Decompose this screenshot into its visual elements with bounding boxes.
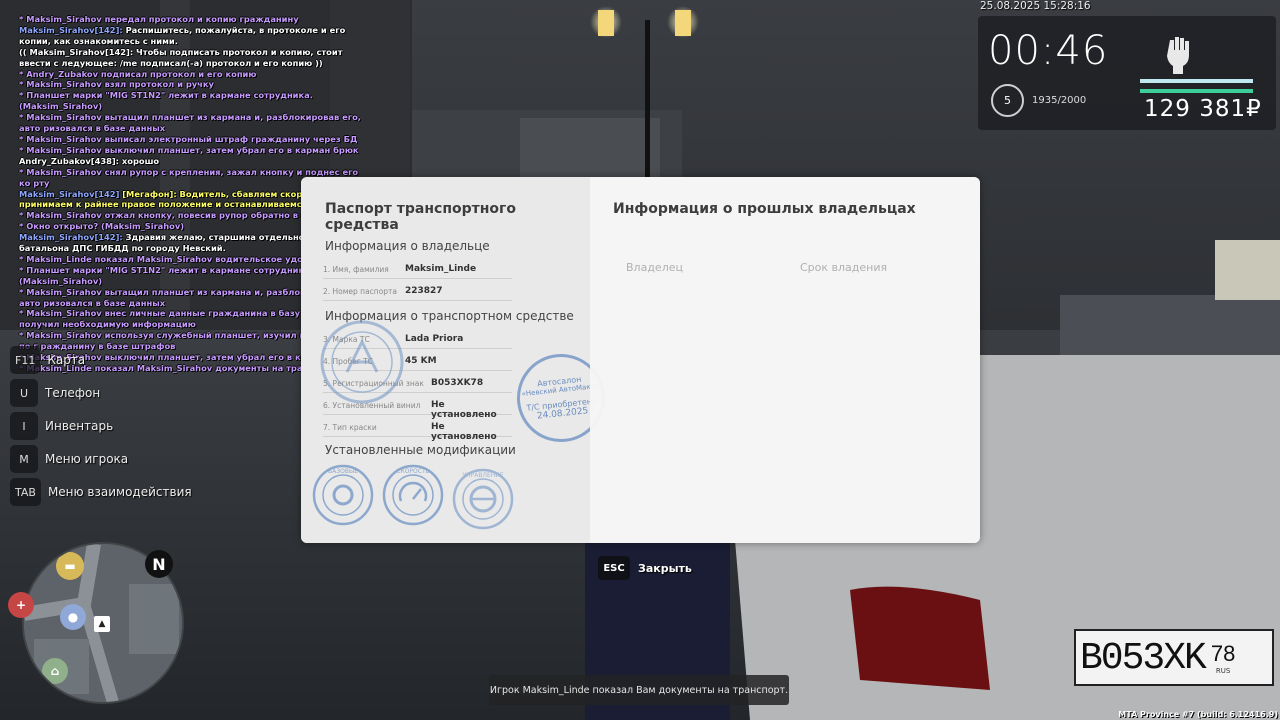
keybind-player-menu[interactable]: M Меню игрока (10, 444, 192, 474)
chat-text: * Планшет марки "MIG ST1N2" лежит в карм… (19, 264, 313, 286)
player-marker-icon: ▲ (94, 616, 110, 632)
license-plate: B053XK 78 RUS (1080, 634, 1270, 682)
timer: 00:46 (988, 28, 1109, 74)
chat-text: * Maksim_Sirahov взял протокол и ручку (19, 79, 214, 90)
vehicle-passport-document: Паспорт транспортного средства Информаци… (301, 177, 980, 543)
document-left-page: Паспорт транспортного средства Информаци… (301, 177, 610, 543)
field-owner-name: 1. Имя, фамилия Maksim_Linde (323, 259, 512, 279)
chat-sender: Maksim_Sirahov[142] (19, 188, 123, 199)
key-m: M (10, 445, 38, 473)
level-value: 5 (1004, 94, 1011, 107)
column-owner: Владелец (626, 261, 683, 274)
keybind-inventory[interactable]: I Инвентарь (10, 411, 192, 441)
chat-sender: Maksim_Sirahov[142]: (19, 232, 126, 243)
bus-icon: ▬ (56, 552, 84, 580)
license-plate-number: B053XK (1080, 636, 1207, 680)
health-bar (1140, 79, 1253, 83)
key-u: U (10, 379, 38, 407)
mods-section-title: Установленные модификации (325, 443, 516, 457)
date-time: 25.08.2025 15:28:16 (980, 0, 1091, 12)
bank-icon: ⌂ (42, 658, 68, 684)
key-i: I (10, 412, 38, 440)
chat-message: * Maksim_Sirahov выключил планшет, затем… (19, 145, 364, 156)
field-paint-type: 7. Тип краски Не установлено (323, 417, 512, 442)
keybind-phone[interactable]: U Телефон (10, 378, 192, 408)
armor-bar (1140, 89, 1253, 93)
document-right-page: Информация о прошлых владельцах Владелец… (590, 177, 980, 543)
hospital-icon: + (8, 592, 34, 618)
chat-sender: Maksim_Sirahov[142]: (19, 24, 126, 35)
key-tab: TAB (10, 478, 41, 506)
chat-message: (( Maksim_Sirahov[142]: Чтобы подписать … (19, 47, 364, 69)
mod-badge-basic: БАЗОВЫЕ (312, 464, 374, 526)
police-icon: ● (60, 604, 86, 630)
chat-text: * Maksim_Sirahov передал протокол и копи… (19, 14, 299, 24)
chat-text: (( Maksim_Sirahov[142]: Чтобы подписать … (19, 46, 343, 68)
chat-message: Andry_Zubakov[438]: хорошо (19, 156, 364, 167)
close-button[interactable]: ESC Закрыть (598, 556, 692, 580)
seal-stamp-icon (320, 320, 404, 404)
chat-text: * Maksim_Sirahov внес личные данные граж… (19, 308, 349, 330)
keybind-label: Телефон (45, 386, 101, 400)
level-badge: 5 (991, 84, 1024, 117)
keybind-label: Карта (47, 353, 86, 367)
svg-text:СКОРОСТЬ: СКОРОСТЬ (396, 468, 429, 475)
player-hud: 00:46 5 1935/2000 129 381₽ (978, 16, 1276, 130)
chat-text: * Maksim_Sirahov выключил планшет, затем… (19, 144, 359, 155)
chat-text: * Andry_Zubakov подписал протокол и его … (19, 68, 257, 79)
keybind-menu: F11 Карта U Телефон I Инвентарь M Меню и… (10, 345, 192, 510)
keybind-label: Меню игрока (45, 452, 129, 466)
keybind-map[interactable]: F11 Карта (10, 345, 192, 375)
previous-owners-title: Информация о прошлых владельцах (613, 201, 916, 217)
field-passport-number: 2. Номер паспорта 223827 (323, 281, 512, 301)
compass-north: N (145, 550, 173, 578)
notification-toast: Игрок Maksim_Linde показал Вам документы… (489, 675, 789, 705)
mod-badge-speed: СКОРОСТЬ (382, 464, 444, 526)
keybind-interaction-menu[interactable]: TAB Меню взаимодействия (10, 477, 192, 507)
build-info: MTA Province #7 (build: 6.12416.9) (1118, 710, 1278, 719)
chat-message: * Andry_Zubakov подписал протокол и его … (19, 69, 364, 80)
owner-section-title: Информация о владельце (325, 239, 490, 253)
chat-message: * Maksim_Sirahov вытащил планшет из карм… (19, 112, 364, 134)
svg-text:УПРАВЛЕНИЕ: УПРАВЛЕНИЕ (462, 472, 503, 479)
chat-message: * Планшет марки "MIG ST1N2" лежит в карм… (19, 90, 364, 112)
close-label: Закрыть (638, 561, 692, 575)
experience-counter: 1935/2000 (1032, 95, 1087, 106)
license-plate-region: 78 RUS (1210, 641, 1236, 675)
keybind-label: Меню взаимодействия (47, 485, 192, 499)
chat-text: * Окно открыто? (Maksim_Sirahov) (19, 221, 185, 232)
chat-text: * Планшет марки "MIG ST1N2" лежит в карм… (19, 90, 313, 112)
chat-message: Maksim_Sirahov[142]: Распишитесь, пожалу… (19, 25, 364, 47)
keybind-label: Инвентарь (45, 419, 114, 433)
key-esc: ESC (598, 556, 630, 580)
chat-message: * Maksim_Sirahov передал протокол и копи… (19, 14, 364, 25)
fist-icon (1167, 37, 1189, 74)
chat-text: Andry_Zubakov[438]: хорошо (19, 155, 160, 166)
chat-message: * Maksim_Sirahov выписал электронный штр… (19, 134, 364, 145)
column-ownership-period: Срок владения (800, 261, 888, 274)
chat-message: * Maksim_Sirahov взял протокол и ручку (19, 79, 364, 90)
chat-text: * Maksim_Sirahov вытащил планшет из карм… (19, 112, 361, 134)
chat-text: * Maksim_Sirahov выписал электронный штр… (19, 133, 358, 144)
document-title: Паспорт транспортного средства (325, 201, 516, 233)
money-balance: 129 381₽ (1144, 96, 1262, 122)
key-f11: F11 (10, 346, 41, 374)
svg-text:БАЗОВЫЕ: БАЗОВЫЕ (328, 468, 358, 475)
mod-badge-handling: УПРАВЛЕНИЕ (452, 468, 514, 530)
